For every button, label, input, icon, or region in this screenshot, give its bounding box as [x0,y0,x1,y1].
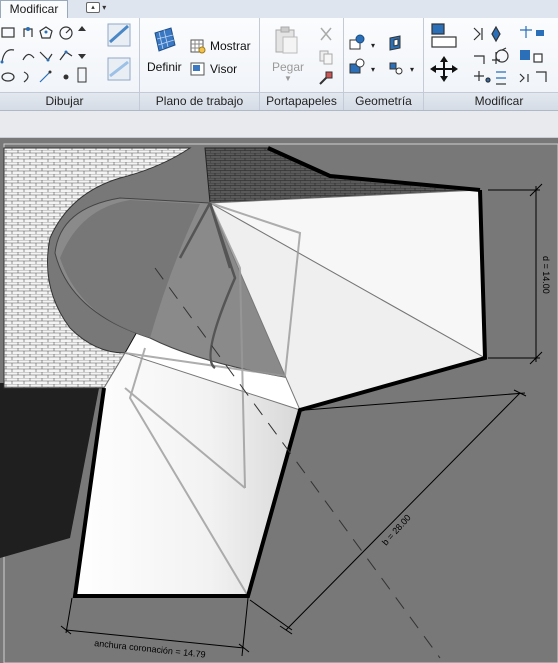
mostrar-icon [190,39,206,54]
panel-portapapeles: Pegar ▼ Portapapeles [260,18,344,110]
panel-plano-de-trabajo: Definir Mostrar Visor Plano de trabajo [140,18,260,110]
dim-corona-label: anchura coronación = 14.79 [94,638,206,660]
svg-text:▾: ▾ [371,41,375,50]
panel-geometria: ▾ ▾ ▾ Geometría [344,18,424,110]
dibujar-tools-icons[interactable] [0,18,140,92]
paste-icon [275,26,298,54]
svg-text:▾: ▾ [371,65,375,74]
tab-modificar[interactable]: Modificar [0,0,68,18]
cut-icon[interactable] [318,26,334,42]
pegar-dropdown-icon[interactable]: ▼ [284,74,292,83]
ribbon-tab-bar: Modificar ▴ ▾ [0,0,558,19]
drawing-viewport[interactable]: d = 14.00 b = 28.00 anchura coronación =… [0,138,558,663]
panel-toggle-icon: ▴ [86,2,100,13]
panel-label-geometria: Geometría [344,92,423,110]
svg-text:▾: ▾ [410,65,414,74]
copy-icon[interactable] [318,49,334,65]
options-bar [0,111,558,138]
tab-options-dropdown[interactable]: ▴ ▾ [86,2,116,15]
visor-icon [190,62,205,76]
panel-modificar: Modificar [424,18,558,110]
drawing-canvas: d = 14.00 b = 28.00 anchura coronación =… [0,143,558,663]
definir-button[interactable]: Definir [147,60,182,74]
geometria-tools-icons[interactable]: ▾ ▾ ▾ [344,18,424,92]
match-properties-icon[interactable] [318,70,334,86]
dim-d-label: d = 14.00 [541,256,551,294]
panel-label-plano: Plano de trabajo [140,92,259,110]
visor-button[interactable]: Visor [210,62,237,76]
definir-grid-icon [154,27,176,52]
panel-label-dibujar: Dibujar [0,92,139,110]
ribbon: Dibujar Definir Mostrar Visor Plano de t… [0,18,558,111]
panel-label-portapapeles: Portapapeles [260,92,343,110]
modificar-tools-icons[interactable] [424,18,558,92]
panel-dibujar: Dibujar [0,18,140,110]
panel-label-modificar: Modificar [424,92,558,110]
mostrar-button[interactable]: Mostrar [210,39,251,53]
pegar-button[interactable]: Pegar [272,60,304,74]
